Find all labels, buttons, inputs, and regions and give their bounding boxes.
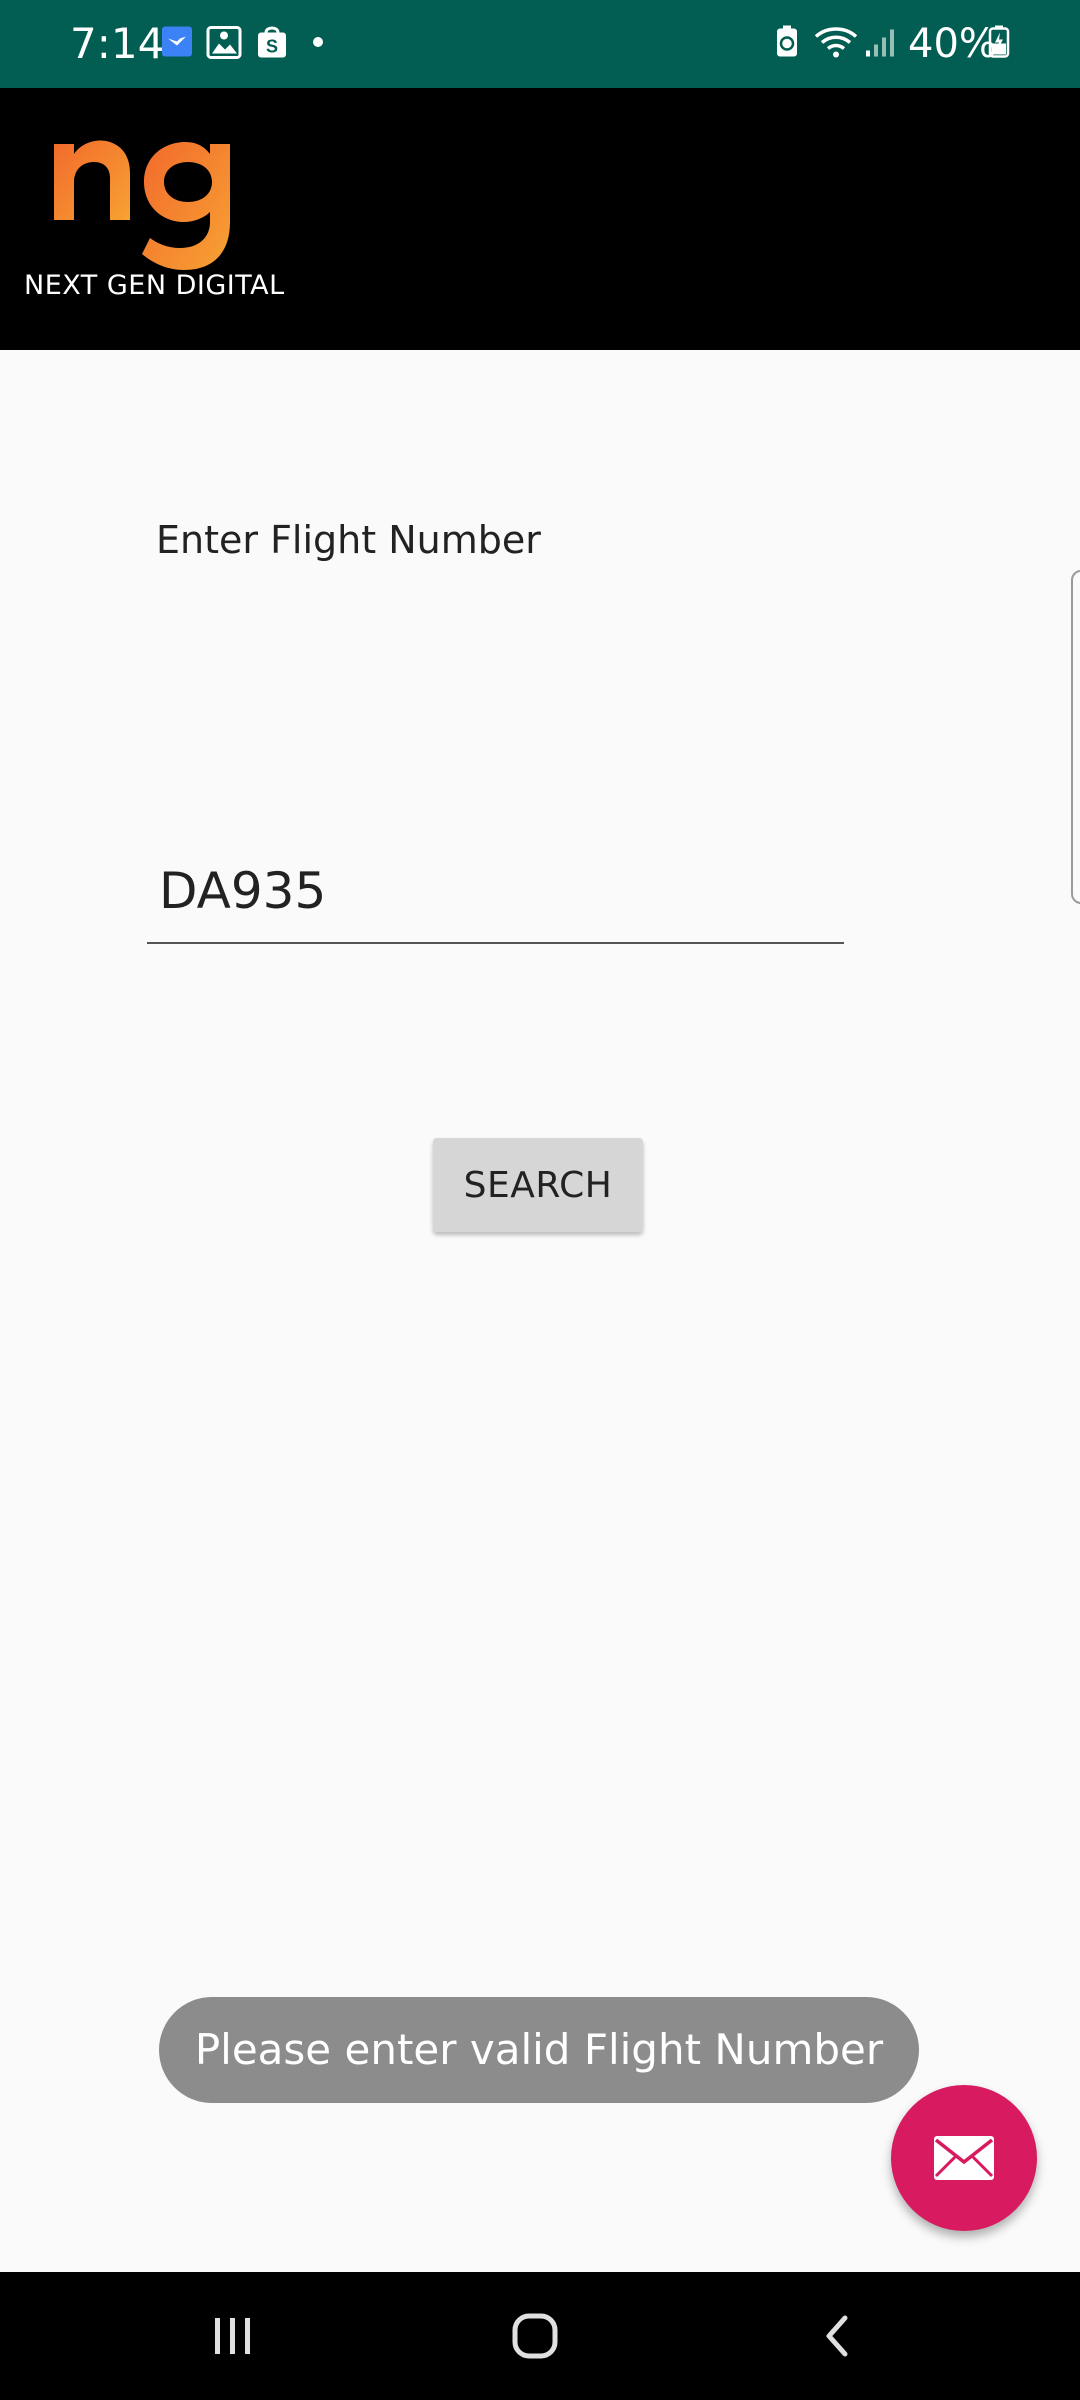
flight-number-input[interactable] bbox=[147, 840, 844, 944]
shopping-bag-icon: S bbox=[256, 25, 288, 64]
system-nav-bar bbox=[0, 2272, 1080, 2400]
recent-apps-icon bbox=[215, 2318, 250, 2354]
mail-fab-button[interactable] bbox=[891, 2085, 1037, 2231]
mail-icon bbox=[934, 2136, 994, 2180]
brand-logo-icon bbox=[54, 140, 230, 270]
app-screen: 7:14 S 40% NEXT GEN DIGITAL Enter Flight… bbox=[0, 0, 1080, 2400]
brand-name: NEXT GEN DIGITAL bbox=[24, 270, 285, 301]
status-bar: 7:14 S 40% bbox=[0, 0, 1080, 88]
home-button[interactable] bbox=[495, 2306, 575, 2366]
battery-saver-icon bbox=[774, 25, 800, 64]
search-button[interactable]: SEARCH bbox=[433, 1138, 643, 1232]
app-header: NEXT GEN DIGITAL bbox=[0, 88, 1080, 350]
recent-apps-button[interactable] bbox=[193, 2306, 273, 2366]
toast-message: Please enter valid Flight Number bbox=[159, 1997, 919, 2103]
battery-charging-icon bbox=[988, 25, 1010, 64]
wifi-icon bbox=[814, 25, 858, 64]
cellular-signal-icon bbox=[864, 25, 896, 64]
edge-panel-handle[interactable] bbox=[1071, 570, 1080, 904]
photo-notification-icon bbox=[206, 24, 242, 65]
home-icon bbox=[512, 2313, 558, 2359]
status-time: 7:14 bbox=[70, 19, 165, 68]
back-button[interactable] bbox=[797, 2306, 877, 2366]
back-icon bbox=[826, 2315, 848, 2357]
battery-percent: 40% bbox=[908, 21, 997, 67]
flight-number-label: Enter Flight Number bbox=[156, 518, 541, 562]
svg-text:S: S bbox=[266, 37, 278, 57]
dot-icon bbox=[312, 35, 324, 53]
bird-notification-icon bbox=[162, 26, 192, 62]
